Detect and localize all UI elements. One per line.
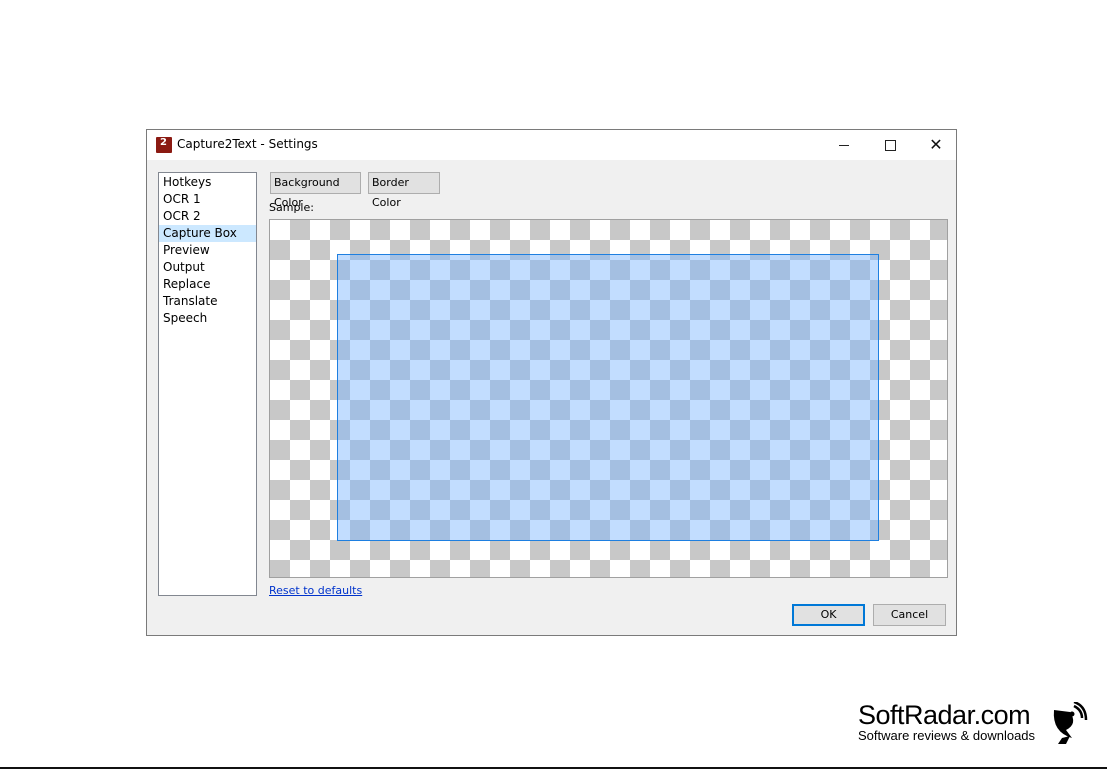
settings-window: Capture2Text - Settings ✕ Hotkeys OCR 1 … <box>146 129 957 636</box>
maximize-icon <box>884 139 896 151</box>
app-icon <box>156 137 172 153</box>
watermark-title: SoftRadar.com <box>858 700 1031 730</box>
window-title: Capture2Text - Settings <box>177 137 318 151</box>
reset-to-defaults-link[interactable]: Reset to defaults <box>269 584 362 597</box>
sidebar-item-ocr-1[interactable]: OCR 1 <box>159 191 256 208</box>
sample-label: Sample: <box>269 201 314 214</box>
sidebar-item-hotkeys[interactable]: Hotkeys <box>159 174 256 191</box>
sidebar-item-output[interactable]: Output <box>159 259 256 276</box>
maximize-button[interactable] <box>867 130 913 160</box>
sidebar-item-ocr-2[interactable]: OCR 2 <box>159 208 256 225</box>
close-icon: ✕ <box>929 135 943 154</box>
minimize-icon <box>839 144 849 146</box>
capture-box-sample <box>337 254 879 541</box>
watermark-subtitle: Software reviews & downloads <box>858 728 1036 743</box>
sidebar-item-translate[interactable]: Translate <box>159 293 256 310</box>
title-bar[interactable]: Capture2Text - Settings ✕ <box>147 130 956 160</box>
border-color-button[interactable]: Border Color <box>368 172 440 209</box>
ok-button[interactable]: OK <box>792 604 865 626</box>
sidebar-item-replace[interactable]: Replace <box>159 276 256 293</box>
minimize-button[interactable] <box>821 130 867 160</box>
settings-category-list[interactable]: Hotkeys OCR 1 OCR 2 Capture Box Preview … <box>158 172 257 596</box>
sidebar-item-preview[interactable]: Preview <box>159 242 256 259</box>
close-button[interactable]: ✕ <box>913 130 959 160</box>
sidebar-item-capture-box[interactable]: Capture Box <box>159 225 256 242</box>
sample-preview <box>269 219 948 578</box>
cancel-button[interactable]: Cancel <box>873 604 946 626</box>
background-color-button[interactable]: Background Color <box>270 172 361 209</box>
softradar-watermark: SoftRadar.com Software reviews & downloa… <box>858 700 1088 744</box>
satellite-dish-icon <box>1053 702 1088 744</box>
sidebar-item-speech[interactable]: Speech <box>159 310 256 327</box>
